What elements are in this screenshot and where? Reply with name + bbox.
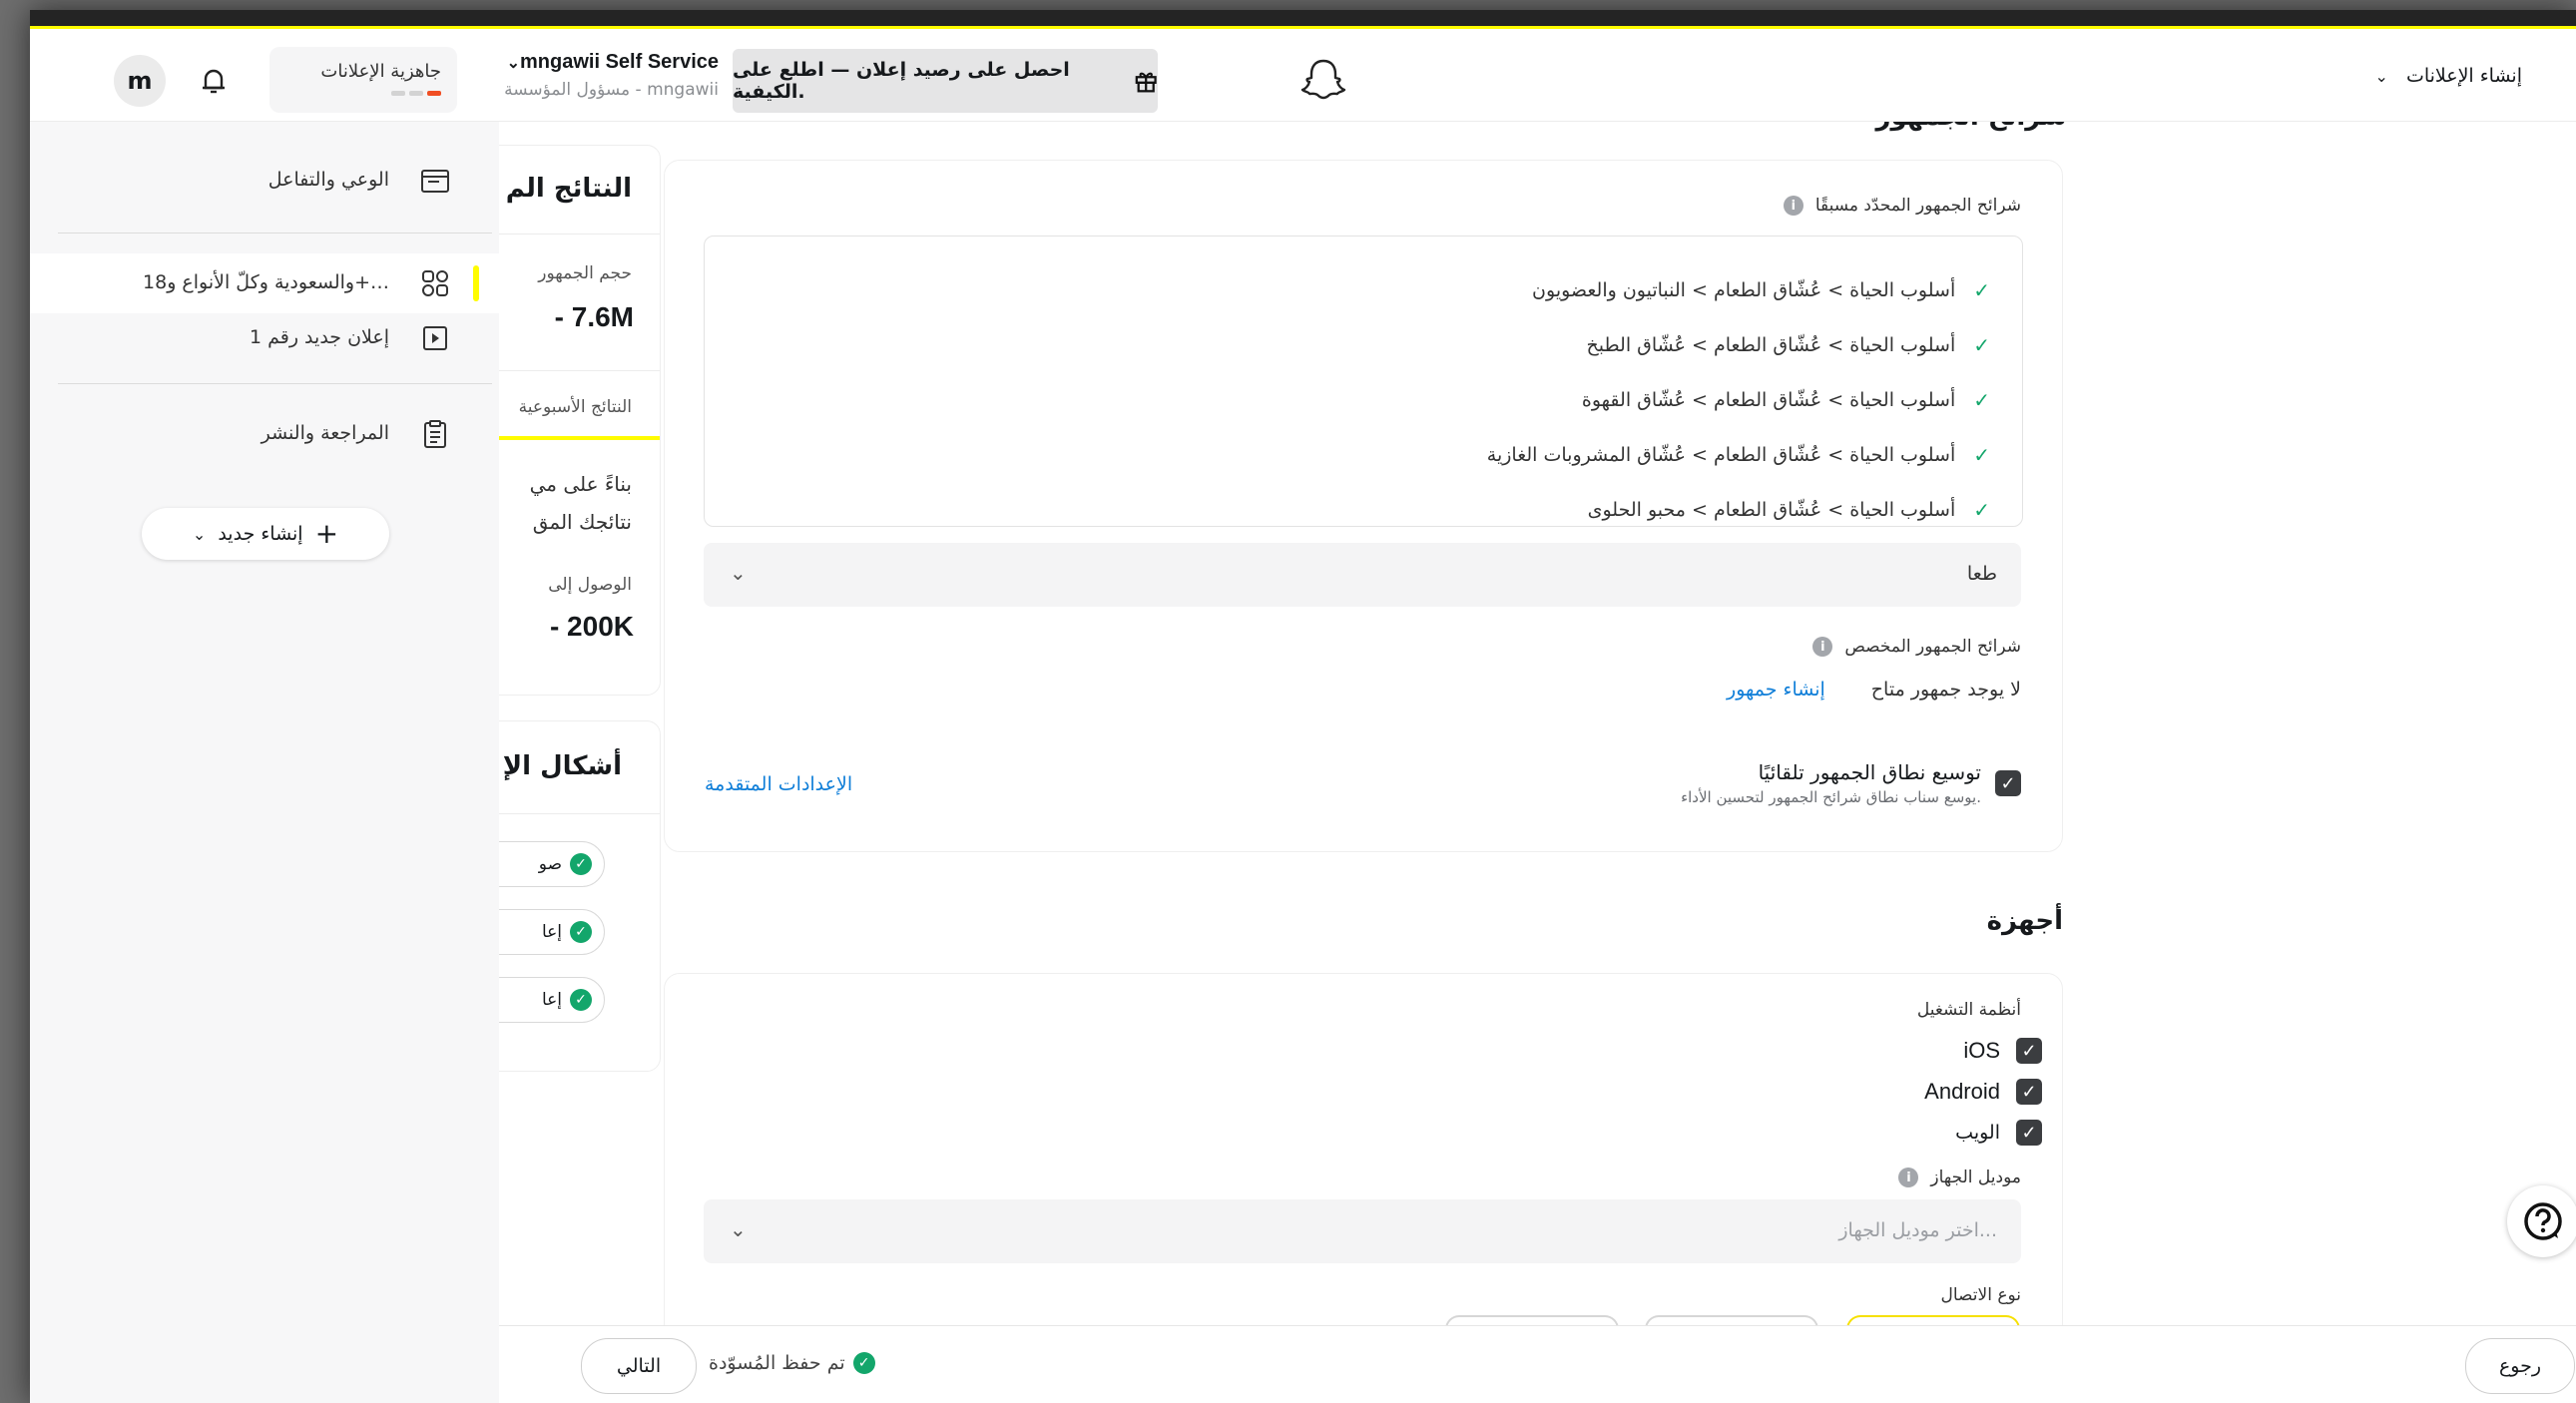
app-window: m جاهزية الإعلانات ⌄mngawii Self Service… bbox=[30, 10, 2576, 1403]
os-checkbox[interactable]: ✓ bbox=[2016, 1120, 2042, 1146]
ad-icon bbox=[423, 326, 447, 350]
os-option[interactable]: Android ✓ bbox=[1924, 1079, 2042, 1105]
create-new-button[interactable]: ⌄ إنشاء جديد + bbox=[142, 508, 389, 560]
os-option[interactable]: الويب ✓ bbox=[1955, 1120, 2042, 1146]
create-ads-menu[interactable]: ⌄ إنشاء الإعلانات bbox=[2375, 65, 2522, 87]
audience-size-label: حجم الجمهور bbox=[538, 263, 632, 283]
no-audience-text: لا يوجد جمهور متاح bbox=[1870, 679, 2021, 701]
promo-banner[interactable]: احصل على رصيد إعلان — اطلع على الكيفية. bbox=[733, 49, 1158, 113]
sidebar-item-ad-set[interactable]: والسعودية وكلّ الأنواع و18+… bbox=[30, 253, 499, 313]
check-circle-icon: ✓ bbox=[570, 853, 592, 875]
folder-icon bbox=[421, 170, 449, 193]
device-model-select[interactable]: اختر موديل الجهاز... ⌄ bbox=[704, 1199, 2021, 1263]
sidebar-item-review-publish[interactable]: المراجعة والنشر bbox=[30, 404, 499, 464]
custom-audience-label: i شرائح الجمهور المخصص bbox=[1812, 637, 2021, 657]
help-button[interactable] bbox=[2507, 1185, 2576, 1257]
create-audience-link[interactable]: إنشاء جمهور bbox=[1727, 679, 1825, 701]
sidebar-item-label: إعلان جديد رقم 1 bbox=[249, 326, 389, 348]
create-ads-label: إنشاء الإعلانات bbox=[2405, 65, 2522, 87]
account-switcher[interactable]: ⌄mngawii Self Service مسؤول المؤسسة - mn… bbox=[469, 51, 719, 100]
results-body-line: بناءً على مي bbox=[529, 472, 632, 496]
predefined-audience-list: أسلوب الحياة > عُشّاق الطعام > النباتيون… bbox=[704, 235, 2023, 527]
next-button[interactable]: التالي bbox=[581, 1338, 697, 1394]
os-checkbox[interactable]: ✓ bbox=[2016, 1079, 2042, 1105]
snapchat-ghost-icon[interactable] bbox=[1299, 56, 1347, 104]
sidebar-item-ad[interactable]: إعلان جديد رقم 1 bbox=[30, 308, 499, 368]
list-item[interactable]: أسلوب الحياة > عُشّاق الطعام > محبو الحل… bbox=[1588, 490, 1990, 530]
check-circle-icon: ✓ bbox=[852, 1352, 875, 1374]
sidebar-item-label: الوعي والتفاعل bbox=[267, 169, 389, 191]
os-option[interactable]: iOS ✓ bbox=[1963, 1038, 2042, 1064]
readiness-label: جاهزية الإعلانات bbox=[320, 61, 441, 82]
list-item[interactable]: أسلوب الحياة > عُشّاق الطعام > عُشّاق ال… bbox=[1586, 325, 1990, 365]
draft-saved-status: تم حفظ المُسوّدة ✓ bbox=[709, 1352, 875, 1374]
info-icon[interactable]: i bbox=[1812, 637, 1833, 657]
footer-bar: التالي تم حفظ المُسوّدة ✓ رجوع bbox=[499, 1325, 2576, 1403]
advanced-settings-link[interactable]: الإعدادات المتقدمة bbox=[705, 773, 852, 795]
custom-audience-row: إنشاء جمهور لا يوجد جمهور متاح bbox=[1727, 679, 2021, 701]
promo-text: احصل على رصيد إعلان — اطلع على الكيفية. bbox=[733, 59, 1070, 103]
account-role: مسؤول المؤسسة - mngawii bbox=[504, 80, 719, 100]
sidebar-item-label: والسعودية وكلّ الأنواع و18+… bbox=[143, 271, 389, 293]
ads-readiness-indicator[interactable]: جاهزية الإعلانات bbox=[269, 47, 457, 113]
check-icon: ✓ bbox=[1973, 278, 1990, 302]
os-checkbox[interactable]: ✓ bbox=[2016, 1038, 2042, 1064]
reach-value: - 200K bbox=[549, 611, 634, 642]
audience-search-input[interactable]: طعا ⌄ bbox=[704, 543, 2021, 607]
results-title: النتائج الم bbox=[505, 174, 632, 204]
chevron-down-icon: ⌄ bbox=[730, 1217, 747, 1241]
account-name: mngawii Self Service bbox=[520, 51, 719, 73]
tab-weekly-results[interactable]: النتائج الأسبوعية bbox=[519, 397, 632, 417]
expand-audience-checkbox[interactable]: ✓ bbox=[1995, 770, 2021, 796]
list-item[interactable]: أسلوب الحياة > عُشّاق الطعام > عُشّاق ال… bbox=[1487, 435, 1990, 475]
clipboard-icon bbox=[424, 420, 446, 448]
sidebar-item-campaign[interactable]: الوعي والتفاعل bbox=[30, 151, 499, 211]
plus-icon: + bbox=[314, 517, 339, 550]
check-icon: ✓ bbox=[1973, 333, 1990, 357]
check-circle-icon: ✓ bbox=[570, 921, 592, 943]
sidebar-item-label: المراجعة والنشر bbox=[260, 422, 389, 444]
avatar[interactable]: m bbox=[114, 55, 166, 107]
formats-title: أشكال الإ bbox=[502, 751, 622, 781]
device-model-label: i موديل الجهاز bbox=[1898, 1168, 2021, 1187]
reach-label: الوصول إلى bbox=[548, 575, 632, 595]
check-icon: ✓ bbox=[1973, 498, 1990, 522]
list-item[interactable]: أسلوب الحياة > عُشّاق الطعام > عُشّاق ال… bbox=[1582, 380, 1990, 420]
devices-section-title: أجهزة bbox=[1986, 906, 2063, 936]
connection-type-label: نوع الاتصال bbox=[1940, 1285, 2021, 1305]
info-icon[interactable]: i bbox=[1898, 1168, 1919, 1187]
expand-audience-row: توسيع نطاق الجمهور تلقائيًا يوسع سناب نط… bbox=[1681, 760, 2021, 806]
audience-icon bbox=[422, 270, 448, 296]
results-body-line: نتائجك المق bbox=[532, 510, 632, 534]
chevron-down-icon: ⌄ bbox=[192, 524, 207, 544]
back-button[interactable]: رجوع bbox=[2465, 1338, 2575, 1394]
chevron-down-icon: ⌄ bbox=[506, 55, 521, 72]
chevron-down-icon: ⌄ bbox=[730, 561, 747, 585]
expand-audience-desc: يوسع سناب نطاق شرائح الجمهور لتحسين الأد… bbox=[1681, 788, 1981, 806]
bell-icon[interactable] bbox=[192, 59, 236, 103]
create-new-label: إنشاء جديد bbox=[218, 523, 303, 545]
check-icon: ✓ bbox=[1973, 388, 1990, 412]
check-icon: ✓ bbox=[1973, 443, 1990, 467]
question-icon bbox=[2524, 1202, 2562, 1240]
top-header: m جاهزية الإعلانات ⌄mngawii Self Service… bbox=[30, 29, 2576, 122]
chevron-down-icon: ⌄ bbox=[2374, 67, 2388, 86]
list-item[interactable]: أسلوب الحياة > عُشّاق الطعام > النباتيون… bbox=[1532, 270, 1990, 310]
browser-top-strip bbox=[30, 10, 2576, 29]
predefined-audience-label: i شرائح الجمهور المحدّد مسبقًا bbox=[1783, 196, 2021, 216]
gift-icon bbox=[1135, 72, 1157, 93]
audience-size-value: - 7.6M bbox=[554, 301, 634, 332]
left-sidebar: الوعي والتفاعل والسعودية وكلّ الأنواع و1… bbox=[30, 121, 499, 1403]
os-label: أنظمة التشغيل bbox=[1916, 1000, 2021, 1020]
expand-audience-title: توسيع نطاق الجمهور تلقائيًا bbox=[1758, 760, 1981, 784]
readiness-bars bbox=[391, 91, 441, 96]
info-icon[interactable]: i bbox=[1783, 196, 1803, 216]
check-circle-icon: ✓ bbox=[570, 989, 592, 1011]
